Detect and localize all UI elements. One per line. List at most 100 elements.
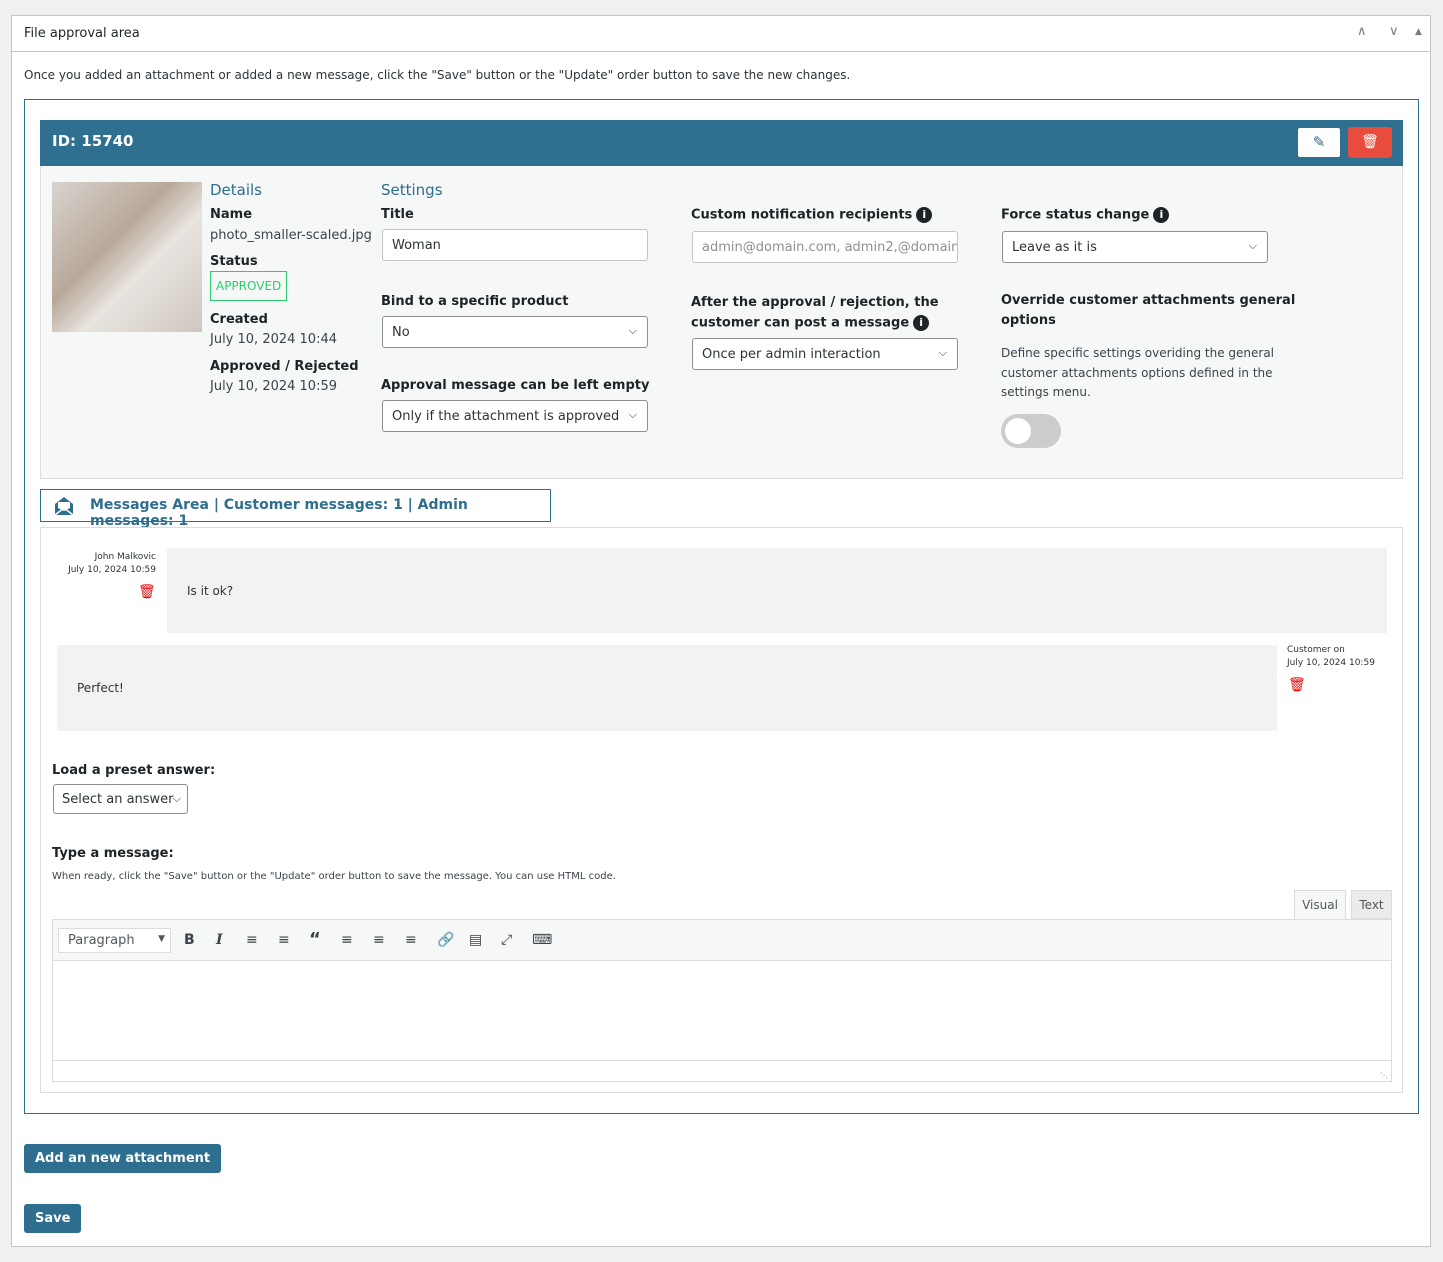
- file-approval-panel: File approval area ∧ ∨ ▲ Once you added …: [11, 15, 1431, 1247]
- move-down-icon[interactable]: ∨: [1389, 24, 1399, 39]
- chevron-down-icon: ⌵: [628, 408, 637, 421]
- add-attachment-button[interactable]: Add an new attachment: [24, 1144, 222, 1173]
- read-more-icon[interactable]: ▤: [469, 932, 482, 948]
- edit-button[interactable]: ✎: [1297, 127, 1341, 158]
- post-message-select[interactable]: Once per admin interaction ⌵: [692, 338, 958, 370]
- pencil-icon: ✎: [1312, 133, 1326, 151]
- bullet-list-icon[interactable]: ≡: [246, 932, 258, 948]
- preset-value: Select an answer: [62, 792, 174, 807]
- chevron-down-icon: ⌵: [172, 792, 181, 805]
- panel-header: File approval area ∧ ∨ ▲: [12, 16, 1430, 52]
- message-meta: Customer on July 10, 2024 10:59: [1287, 645, 1375, 668]
- toolbar-toggle-icon[interactable]: ⌨: [532, 932, 552, 948]
- blockquote-icon[interactable]: “: [309, 929, 321, 950]
- envelope-open-icon: [54, 497, 74, 516]
- recipients-input[interactable]: admin@domain.com, admin2,@domain.com: [692, 231, 958, 263]
- preset-label: Load a preset answer:: [52, 763, 216, 778]
- empty-message-value: Only if the attachment is approved: [392, 409, 620, 424]
- details-heading: Details: [210, 181, 263, 199]
- bind-product-label: Bind to a specific product: [381, 294, 569, 309]
- override-toggle[interactable]: [1001, 414, 1061, 448]
- override-label-2: options: [1001, 313, 1056, 328]
- info-icon[interactable]: i: [916, 207, 933, 223]
- message-textarea[interactable]: [53, 961, 1391, 1061]
- caret-down-icon: ▼: [158, 934, 165, 944]
- recipients-label: Custom notification recipients i: [691, 207, 933, 223]
- attachment-box: ID: 15740 ✎ 🗑 Details Name photo_smaller…: [24, 99, 1419, 1114]
- message-meta: John Malkovic July 10, 2024 10:59: [61, 552, 156, 575]
- resize-handle-icon[interactable]: ⋱: [1380, 1071, 1388, 1080]
- empty-message-select[interactable]: Only if the attachment is approved ⌵: [382, 400, 648, 432]
- chevron-down-icon: ⌵: [1248, 239, 1257, 252]
- title-label: Title: [381, 207, 414, 222]
- info-icon[interactable]: i: [913, 315, 930, 331]
- post-message-label-2: customer can post a message: [691, 315, 910, 331]
- bold-icon[interactable]: B: [184, 932, 195, 948]
- bind-product-value: No: [392, 325, 410, 340]
- attachment-id: ID: 15740: [52, 132, 134, 150]
- message-author: Customer on: [1287, 645, 1345, 655]
- trash-icon: 🗑: [1361, 134, 1379, 150]
- recipients-label-text: Custom notification recipients: [691, 207, 913, 223]
- override-desc-2: customer attachments options defined in …: [1001, 366, 1273, 380]
- type-message-label: Type a message:: [52, 846, 174, 861]
- move-up-icon[interactable]: ∧: [1357, 24, 1367, 39]
- empty-message-label: Approval message can be left empty: [381, 378, 650, 393]
- type-message-hint: When ready, click the "Save" button or t…: [52, 871, 616, 882]
- editor-toolbar: Paragraph ▼ B I ≡ ≡ “ ≡ ≡ ≡ 🔗 ▤ ⤢ ⌨: [53, 920, 1391, 961]
- message-author: John Malkovic: [94, 552, 156, 562]
- preset-select[interactable]: Select an answer ⌵: [53, 784, 188, 814]
- delete-button[interactable]: 🗑: [1348, 127, 1392, 158]
- force-status-select[interactable]: Leave as it is ⌵: [1002, 231, 1268, 263]
- created-label: Created: [210, 312, 268, 327]
- message-date: July 10, 2024 10:59: [1287, 658, 1375, 668]
- override-label: Override customer attachments general: [1001, 293, 1296, 308]
- post-message-label: After the approval / rejection, the: [691, 295, 939, 310]
- approved-label: Approved / Rejected: [210, 359, 359, 374]
- align-left-icon[interactable]: ≡: [341, 932, 353, 948]
- delete-message-icon[interactable]: 🗑: [138, 584, 156, 600]
- save-button[interactable]: Save: [24, 1204, 82, 1233]
- messages-area-header[interactable]: Messages Area | Customer messages: 1 | A…: [40, 489, 551, 529]
- toggle-knob: [1005, 418, 1031, 444]
- title-input[interactable]: Woman: [382, 229, 648, 261]
- message-bubble: Perfect!: [57, 645, 1277, 731]
- created-date: July 10, 2024 10:44: [210, 332, 337, 347]
- status-badge: APPROVED: [210, 271, 288, 301]
- tab-text[interactable]: Text: [1351, 890, 1392, 919]
- italic-icon[interactable]: I: [216, 932, 223, 948]
- attachment-header: ID: 15740 ✎ 🗑: [40, 120, 1403, 166]
- delete-message-icon[interactable]: 🗑: [1288, 677, 1306, 693]
- message-bubble: Is it ok?: [167, 548, 1387, 633]
- force-status-value: Leave as it is: [1012, 240, 1097, 255]
- attachment-thumbnail[interactable]: [52, 182, 202, 332]
- align-right-icon[interactable]: ≡: [405, 932, 417, 948]
- messages-area-title: Messages Area | Customer messages: 1 | A…: [90, 497, 468, 529]
- link-icon[interactable]: 🔗: [437, 932, 454, 948]
- panel-note: Once you added an attachment or added a …: [24, 68, 851, 82]
- force-status-label: Force status change: [1001, 207, 1150, 223]
- bind-product-select[interactable]: No ⌵: [382, 316, 648, 348]
- post-message-value: Once per admin interaction: [702, 347, 881, 362]
- format-value: Paragraph: [68, 933, 135, 948]
- override-desc: Define specific settings overiding the g…: [1001, 346, 1275, 360]
- info-icon[interactable]: i: [1153, 207, 1170, 223]
- tab-visual[interactable]: Visual: [1294, 890, 1346, 920]
- numbered-list-icon[interactable]: ≡: [278, 932, 290, 948]
- override-desc-3: settings menu.: [1001, 385, 1091, 399]
- file-name: photo_smaller-scaled.jpg: [210, 228, 372, 243]
- status-label: Status: [210, 254, 258, 269]
- messages-area: John Malkovic July 10, 2024 10:59 🗑 Is it…: [40, 527, 1403, 1093]
- fullscreen-icon[interactable]: ⤢: [501, 932, 512, 948]
- align-center-icon[interactable]: ≡: [373, 932, 385, 948]
- name-label: Name: [210, 207, 253, 222]
- details-section: Details Name photo_smaller-scaled.jpg St…: [40, 166, 1403, 479]
- settings-heading: Settings: [381, 181, 443, 199]
- chevron-down-icon: ⌵: [628, 324, 637, 337]
- format-select[interactable]: Paragraph ▼: [58, 928, 171, 953]
- collapse-icon[interactable]: ▲: [1415, 27, 1422, 37]
- approved-date: July 10, 2024 10:59: [210, 379, 337, 394]
- message-date: July 10, 2024 10:59: [68, 565, 156, 575]
- message-editor: Paragraph ▼ B I ≡ ≡ “ ≡ ≡ ≡ 🔗 ▤ ⤢ ⌨ ⋱: [52, 919, 1392, 1082]
- panel-title: File approval area: [24, 26, 140, 41]
